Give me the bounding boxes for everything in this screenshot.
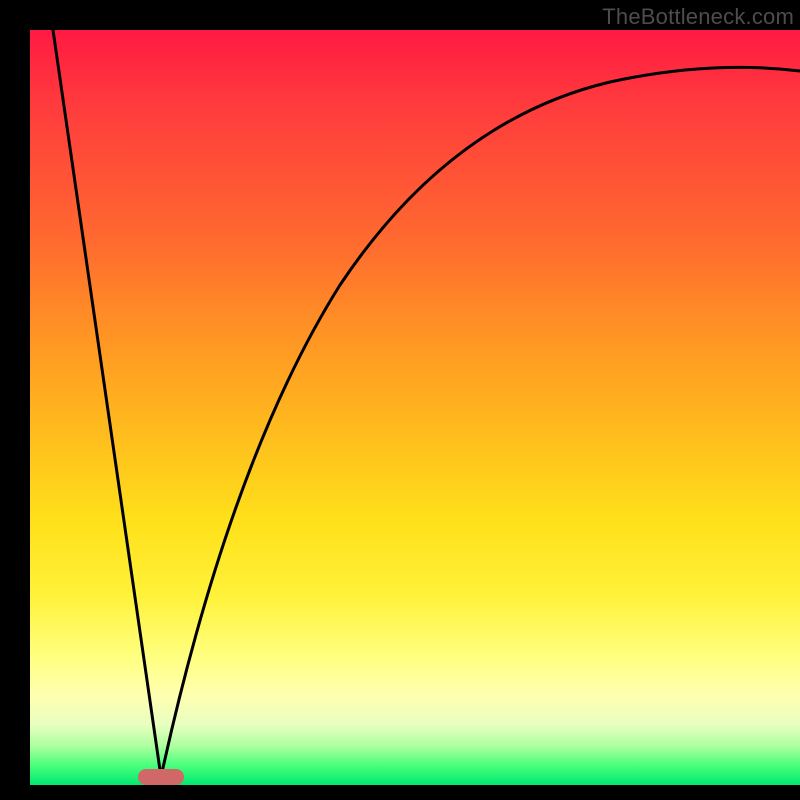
plot-area: [30, 30, 800, 785]
watermark-text: TheBottleneck.com: [602, 4, 794, 30]
curve-right-branch: [161, 67, 800, 777]
bottleneck-curve: [30, 30, 800, 785]
chart-frame: TheBottleneck.com: [0, 0, 800, 800]
curve-left-branch: [53, 30, 161, 777]
minimum-marker: [138, 769, 184, 785]
